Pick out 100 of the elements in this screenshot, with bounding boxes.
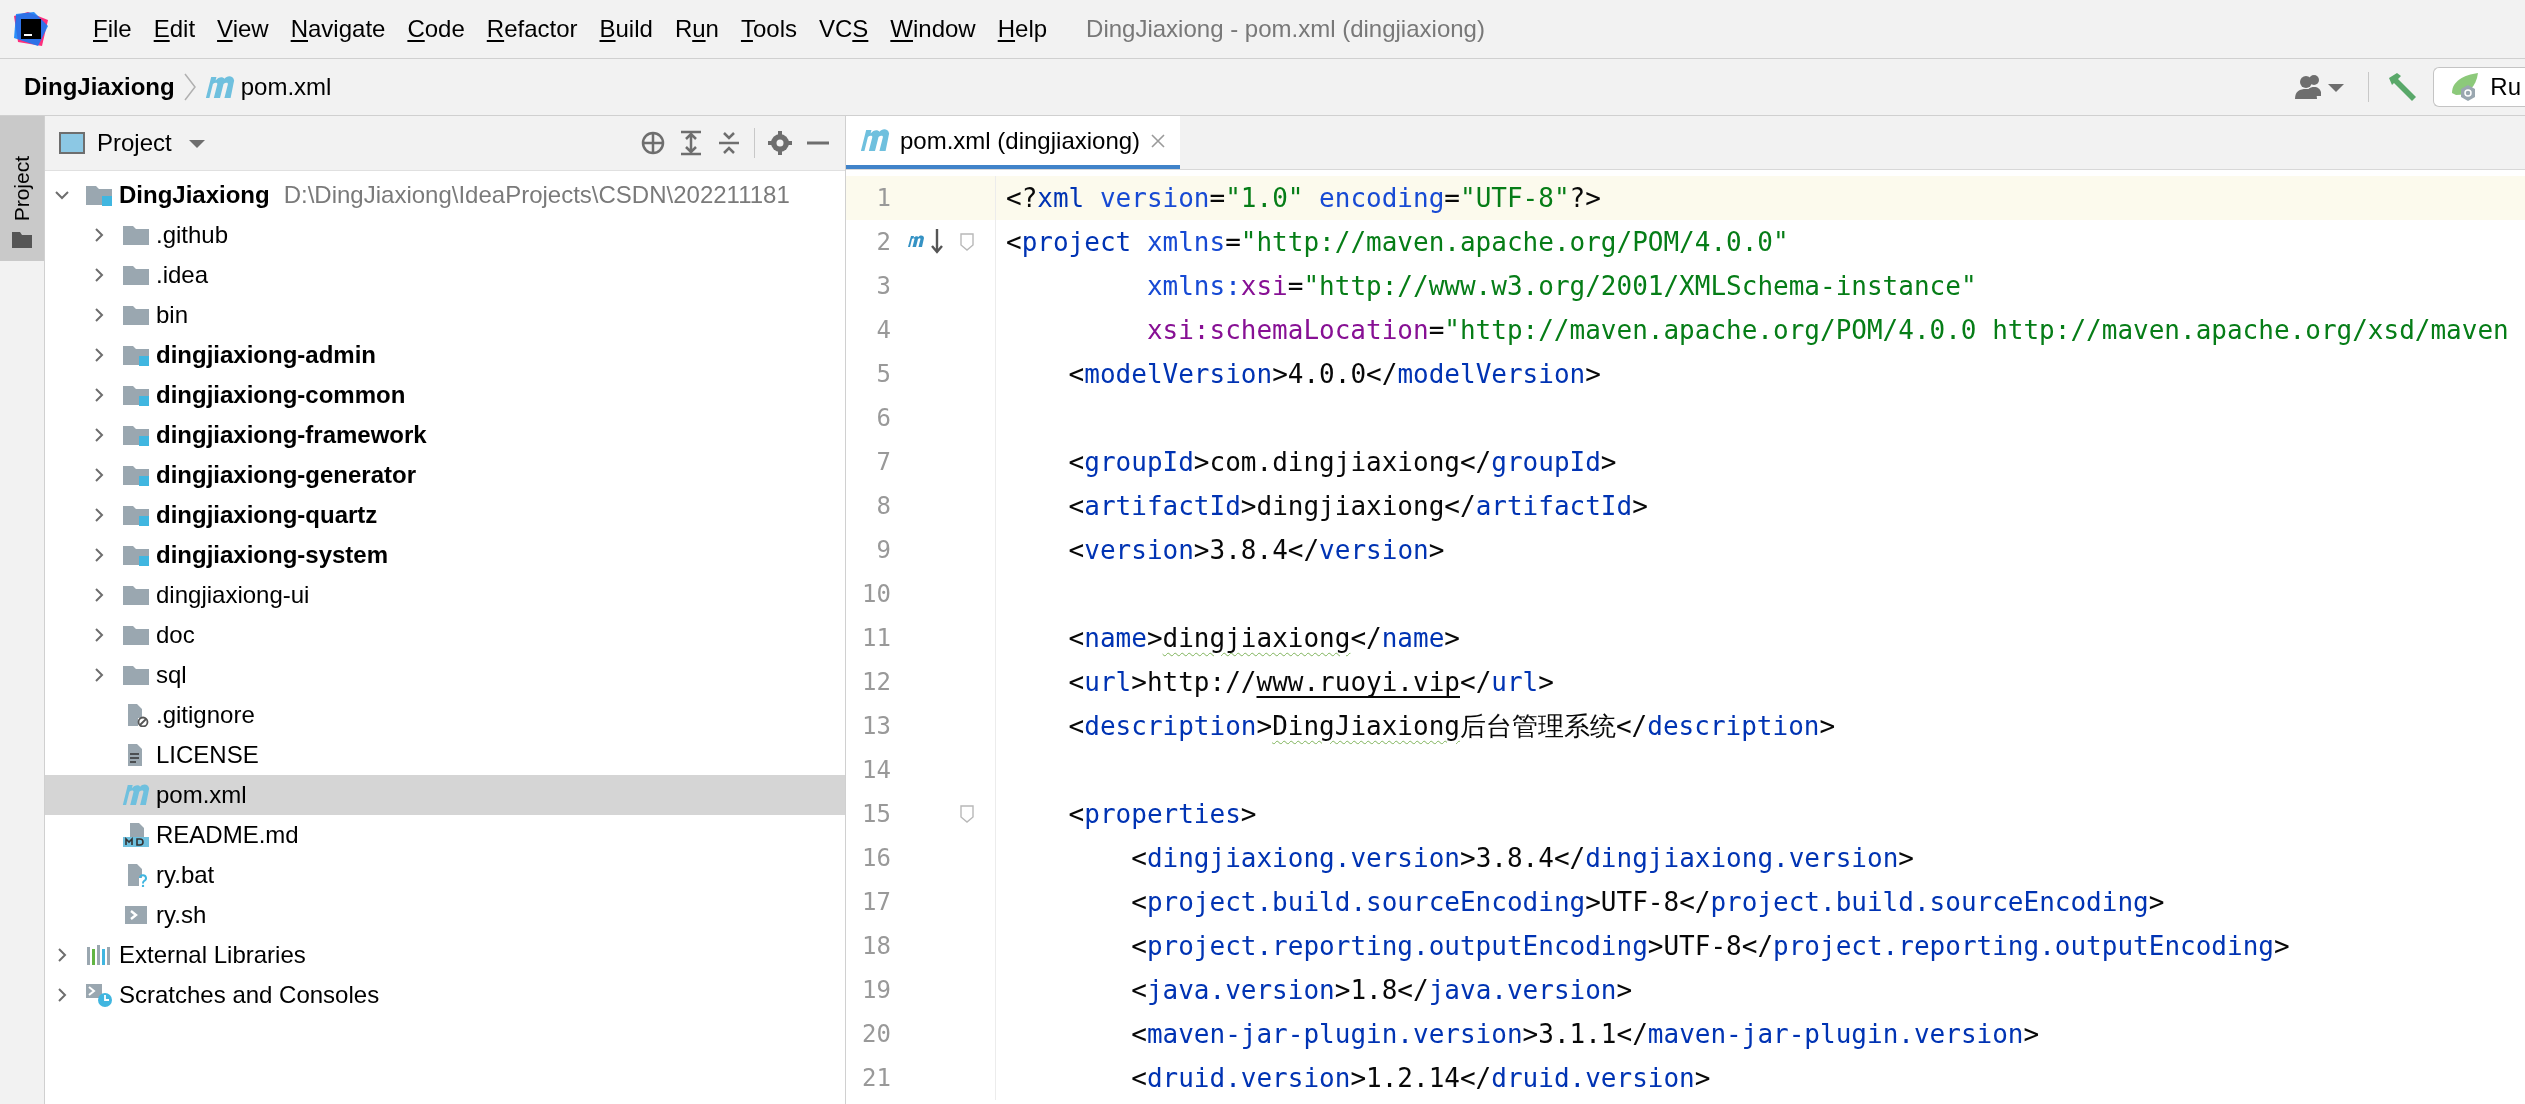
fold-marker-icon[interactable] [959,805,975,823]
tree-item[interactable]: .gitignore [45,695,845,735]
code-line: <version>3.8.4</version> [1067,535,1445,565]
editor-tab[interactable]: pom.xml (dingjiaxiong) [846,116,1181,169]
tree-item[interactable]: dingjiaxiong-admin [45,335,845,375]
folder-icon [122,623,150,647]
tree-item-label: dingjiaxiong-system [156,541,389,569]
collapse-all-icon[interactable] [716,130,742,156]
menu-item[interactable]: Navigate [279,15,397,43]
window-icon [59,130,85,156]
tree-item[interactable]: dingjiaxiong-common [45,375,845,415]
code-line: <project.reporting.outputEncoding>UTF-8</project.reporting.outputEncoding> [1130,931,2290,961]
tree-item-label: README.md [156,821,299,849]
line-number: 19 [861,976,891,1004]
menu-item[interactable]: Run [663,15,730,43]
tree-item[interactable]: dingjiaxiong-ui [45,575,845,615]
code-line: <project xmlns="http://maven.apache.org/POM/4.0.0" [1005,227,1789,257]
menu-item[interactable]: Window [879,15,987,43]
line-number: 5 [875,360,891,388]
menu-item[interactable]: View [206,15,280,43]
maven-icon [204,75,235,99]
tree-item[interactable]: pom.xml [45,775,845,815]
tree-item-label: ry.sh [156,901,207,929]
tree-item[interactable]: .github [45,215,845,255]
tree-item-label: sql [156,661,187,689]
tree-item[interactable]: ry.sh [45,895,845,935]
tree-item-label: doc [156,621,195,649]
folder-icon [122,663,150,687]
folder-icon [11,231,33,249]
tree-item[interactable]: bin [45,295,845,335]
tree-item-label: dingjiaxiong-admin [156,341,376,369]
module-folder-icon [122,383,150,407]
folder-icon [122,263,150,287]
tree-item[interactable]: README.md [45,815,845,855]
menu-item[interactable]: File [82,15,143,43]
code-line: <java.version>1.8</java.version> [1130,975,1633,1005]
tree-item-label: .github [156,221,229,249]
line-number: 9 [875,536,891,564]
line-number: 11 [861,624,891,652]
close-icon[interactable] [1150,132,1167,149]
tree-item[interactable]: dingjiaxiong-quartz [45,495,845,535]
menu-item[interactable]: VCS [807,15,880,43]
panel-title[interactable]: Project [97,129,172,157]
code-line: <dingjiaxiong.version>3.8.4</dingjiaxiong.version> [1130,843,1914,873]
tree-item-label: dingjiaxiong-generator [156,461,416,489]
tree-item[interactable]: dingjiaxiong-generator [45,455,845,495]
settings-icon[interactable] [767,130,793,156]
line-number: 10 [861,580,891,608]
menu-item[interactable]: Tools [729,15,808,43]
tree-item[interactable]: External Libraries [45,935,845,975]
tree-item[interactable]: LICENSE [45,735,845,775]
line-number: 20 [861,1020,891,1048]
tree-item-label: DingJiaxiong [119,181,270,209]
menu-item[interactable]: Code [396,15,476,43]
code-line: <name>dingjiaxiong</name> [1067,623,1460,653]
menu-item[interactable]: Refactor [475,15,589,43]
crosshair-icon[interactable] [640,130,666,156]
tree-item[interactable]: .idea [45,255,845,295]
code-line: <url>http://www.ruoyi.vip</url> [1067,667,1554,697]
folder-icon [122,223,150,247]
app-logo-icon [14,12,48,46]
menu-item[interactable]: Edit [142,15,207,43]
markdown-file-icon [122,823,150,847]
code-line: <project.build.sourceEncoding>UTF-8</project.build.sourceEncoding> [1130,887,2165,917]
project-tool-tab[interactable]: Project [0,116,44,261]
tree-item-label: dingjiaxiong-quartz [156,501,378,529]
line-number: 1 [875,184,891,212]
line-number: 13 [861,712,891,740]
code-line: <groupId>com.dingjiaxiong</groupId> [1067,447,1617,477]
tree-item[interactable]: sql [45,655,845,695]
line-number: 16 [861,844,891,872]
code-line: <description>DingJiaxiong后台管理系统</description> [1067,709,1836,743]
code-line: <?xml version="1.0" encoding="UTF-8"?> [1005,183,1601,213]
tree-item[interactable]: Scratches and Consoles [45,975,845,1015]
menu-item[interactable]: Build [588,15,664,43]
tree-item[interactable]: doc [45,615,845,655]
fold-marker-icon[interactable] [959,233,975,251]
code-line: <modelVersion>4.0.0</modelVersion> [1067,359,1601,389]
tree-item[interactable]: dingjiaxiong-system [45,535,845,575]
code-line: <maven-jar-plugin.version>3.1.1</maven-jar-plugin.version> [1130,1019,2040,1049]
folder-icon [122,303,150,327]
library-icon [85,943,113,967]
line-number: 17 [861,888,891,916]
tree-item[interactable]: DingJiaxiong D:\DingJiaxiong\IdeaProjects\CSDN\202211181 [45,175,845,215]
menu-item[interactable]: Help [986,15,1059,43]
breadcrumb[interactable]: pom.xml [204,73,332,101]
tree-item-label: ry.bat [156,861,215,889]
tree-item[interactable]: ry.bat [45,855,845,895]
maven-icon [122,783,150,807]
tree-item-label: dingjiaxiong-framework [156,421,427,449]
tree-item[interactable]: dingjiaxiong-framework [45,415,845,455]
tree-item-label: pom.xml [156,781,247,809]
module-folder-icon [122,423,150,447]
line-number: 15 [861,800,891,828]
run-config-button[interactable]: Ru [2433,67,2525,107]
breadcrumb[interactable]: DingJiaxiong [24,73,175,101]
tree-item-label: .gitignore [156,701,255,729]
folder-icon [122,583,150,607]
expand-all-icon[interactable] [678,130,704,156]
line-number: 8 [875,492,891,520]
